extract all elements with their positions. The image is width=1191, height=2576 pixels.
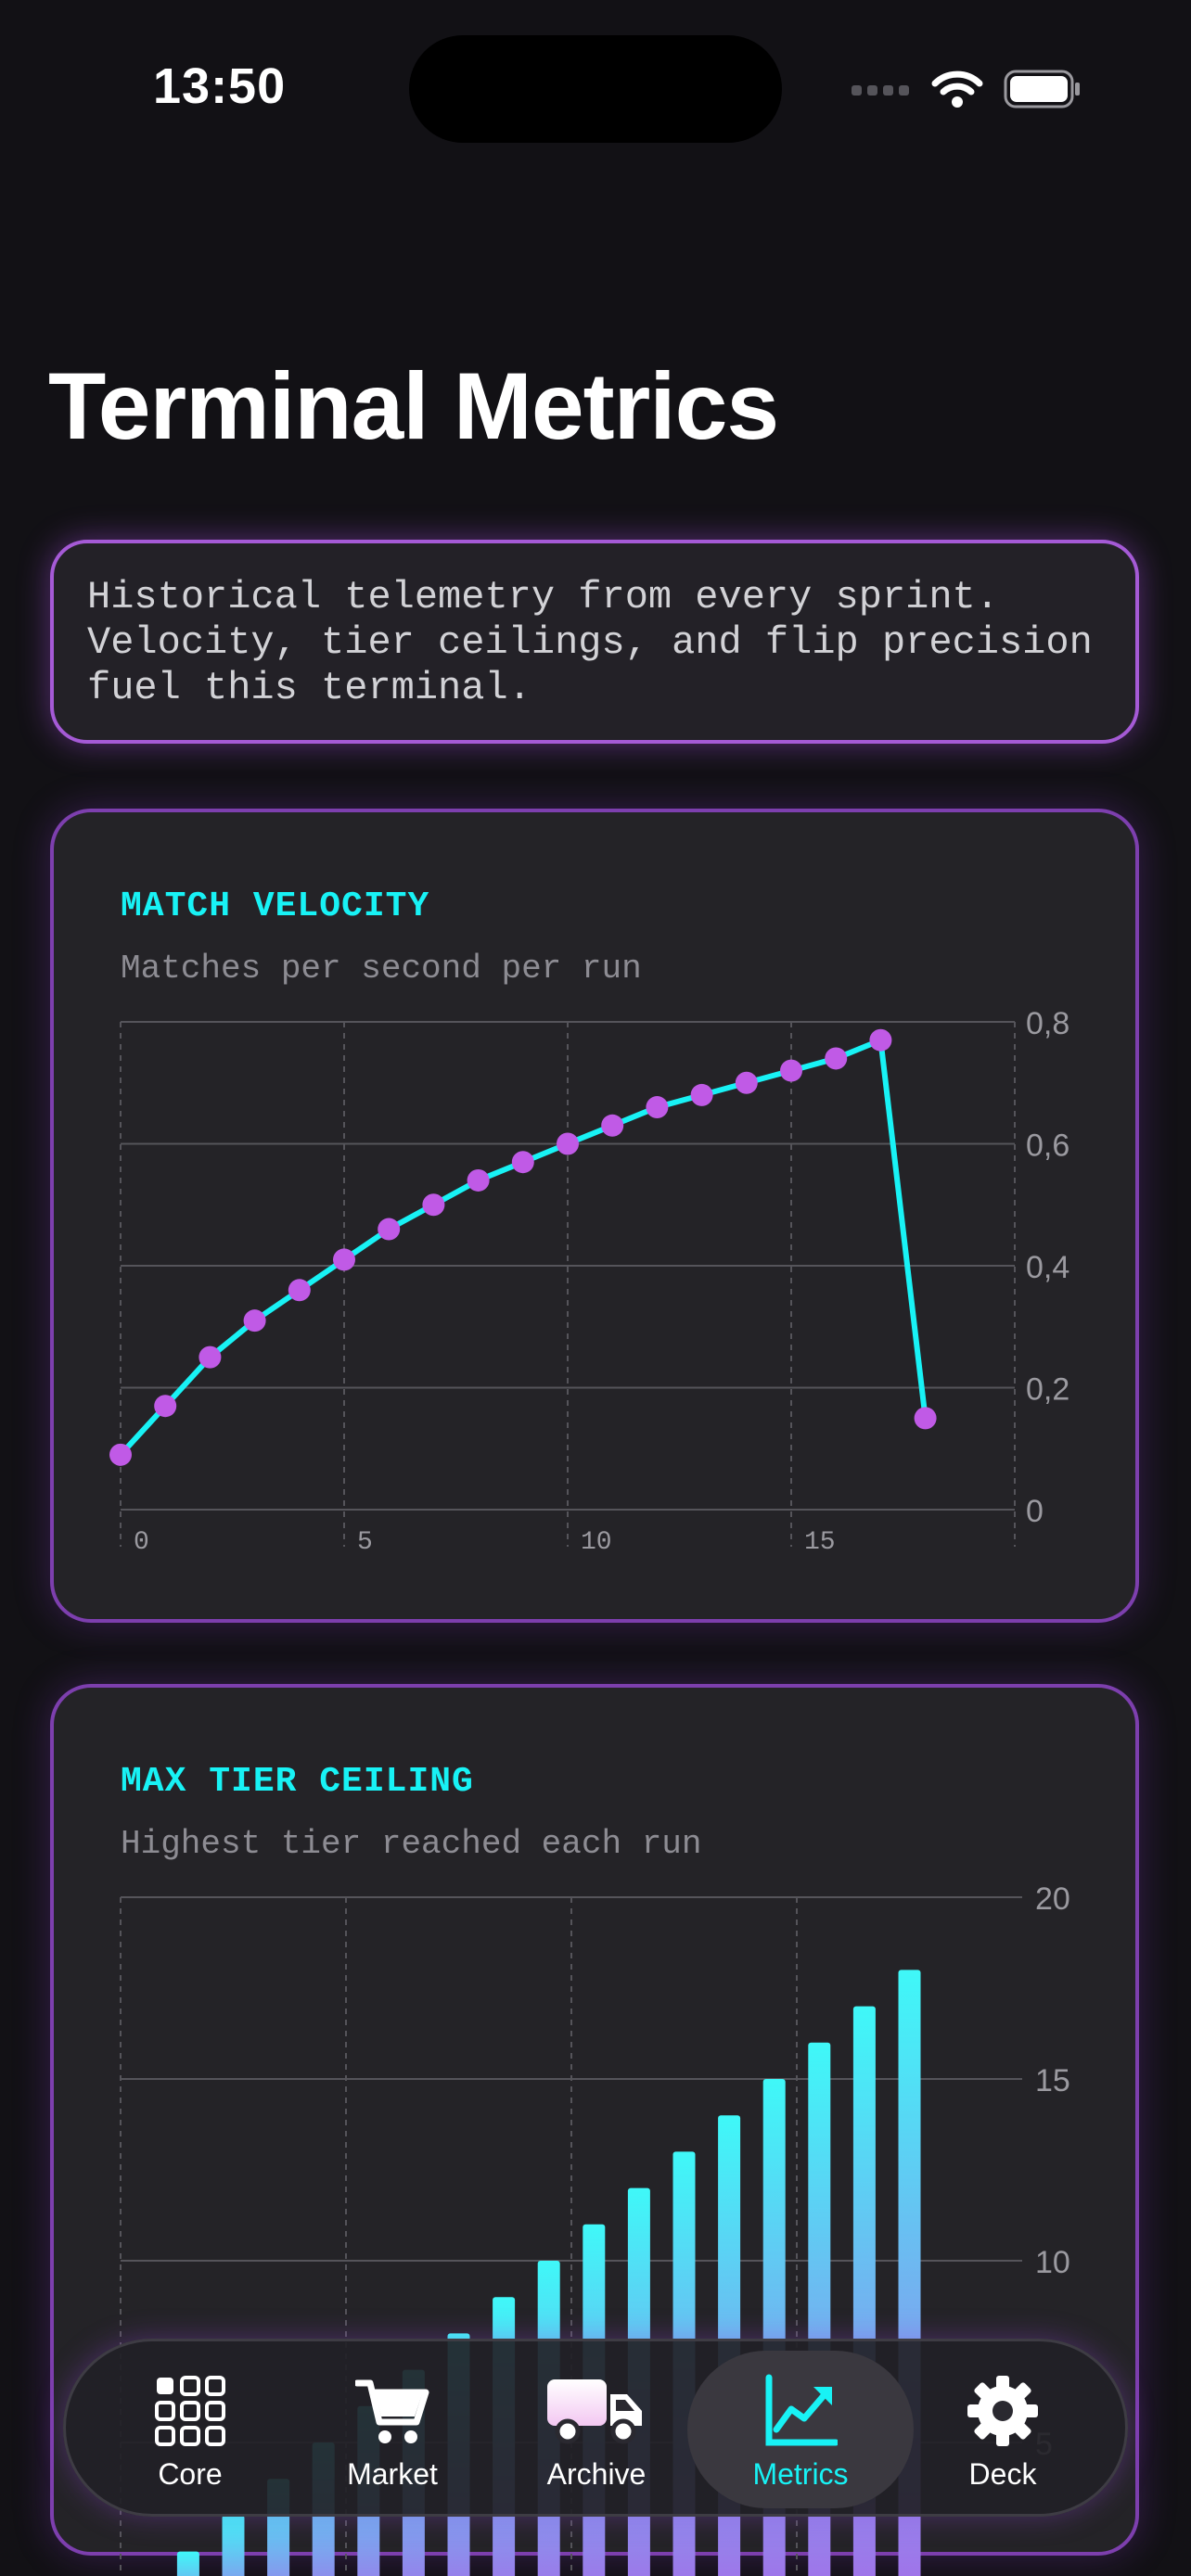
y-tick-label: 10 (1035, 2245, 1070, 2280)
data-point (869, 1028, 892, 1052)
cart-icon (355, 2379, 429, 2443)
data-point (780, 1059, 802, 1082)
y-tick-label: 15 (1035, 2063, 1070, 2098)
wifi-icon (931, 70, 983, 108)
tab-label-archive: Archive (546, 2457, 647, 2491)
gear-icon (967, 2376, 1038, 2446)
status-indicators (852, 63, 1082, 115)
velocity-chart: 0 0,2 0,4 0,6 0,8 0 5 10 15 (109, 1006, 1069, 1557)
tab-bar: Core Market Archive Metrics Deck (63, 2339, 1128, 2517)
dynamic-island (409, 35, 782, 143)
truck-icon (547, 2379, 642, 2444)
data-point (735, 1071, 758, 1094)
x-tick-label: 5 (357, 1528, 373, 1557)
data-point (601, 1114, 624, 1137)
x-tick-label: 0 (134, 1528, 149, 1557)
y-tick-label: 0,8 (1026, 1006, 1069, 1041)
grid-icon (155, 2376, 225, 2446)
tab-core[interactable]: Core (79, 2341, 301, 2519)
y-tick-label: 20 (1035, 1881, 1070, 1917)
tab-deck[interactable]: Deck (891, 2341, 1114, 2519)
x-tick-label: 15 (804, 1528, 836, 1557)
signal-icon (852, 85, 909, 96)
x-tick-label: 10 (581, 1528, 612, 1557)
velocity-card: MATCH VELOCITY Matches per second per ru… (50, 809, 1139, 1623)
bar (176, 2551, 199, 2576)
data-point (109, 1443, 132, 1466)
tab-label-deck: Deck (968, 2457, 1037, 2491)
data-point (690, 1083, 713, 1106)
page-title: Terminal Metrics (48, 353, 779, 459)
battery-icon (1004, 70, 1080, 108)
y-tick-label: 0 (1026, 1494, 1044, 1529)
data-point (154, 1395, 177, 1418)
data-point (467, 1168, 490, 1192)
tab-label-market: Market (347, 2457, 438, 2491)
bar (222, 2515, 245, 2576)
chart-icon (765, 2374, 838, 2446)
status-time: 13:50 (153, 58, 287, 114)
data-point (557, 1132, 579, 1155)
data-point (511, 1151, 534, 1174)
tab-metrics[interactable]: Metrics (689, 2341, 912, 2519)
series-line (118, 1037, 928, 1457)
tab-market[interactable]: Market (281, 2341, 504, 2519)
data-point (914, 1407, 937, 1430)
y-tick-label: 0,6 (1026, 1129, 1069, 1164)
data-point (825, 1047, 848, 1070)
data-point (422, 1193, 445, 1217)
y-tick-label: 0,4 (1026, 1250, 1069, 1285)
data-point (333, 1248, 355, 1271)
y-tick-label: 0,2 (1026, 1372, 1069, 1408)
data-point (378, 1218, 401, 1241)
data-point (288, 1279, 311, 1302)
tab-label-metrics: Metrics (752, 2457, 849, 2491)
data-point (198, 1345, 222, 1369)
intro-card: Historical telemetry from every sprint. … (50, 540, 1139, 744)
intro-text: Historical telemetry from every sprint. … (87, 575, 1093, 710)
tab-archive[interactable]: Archive (485, 2341, 708, 2519)
tab-label-core: Core (158, 2457, 223, 2491)
data-point (646, 1096, 669, 1119)
data-point (243, 1309, 266, 1333)
